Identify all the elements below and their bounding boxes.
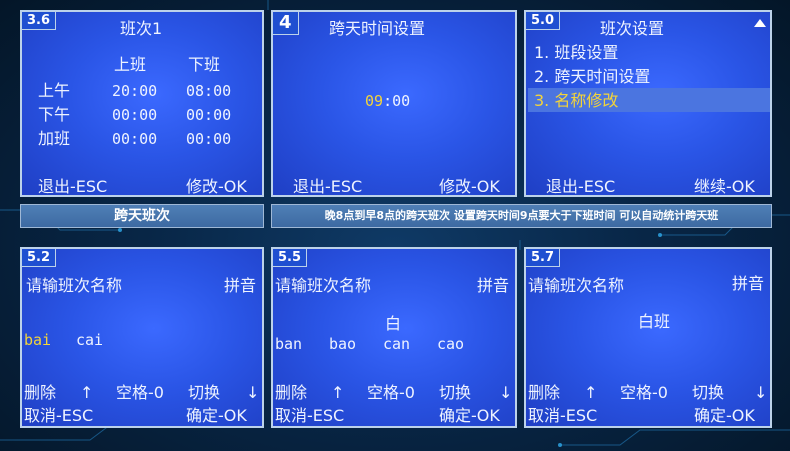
cancel-softkey[interactable]: 取消-ESC xyxy=(24,407,93,425)
switch-softkey[interactable]: 切换 xyxy=(439,384,471,402)
input-mode[interactable]: 拼音 xyxy=(732,275,764,293)
delete-softkey[interactable]: 删除 xyxy=(528,384,560,402)
delete-softkey[interactable]: 删除 xyxy=(24,384,56,402)
time-minutes: :00 xyxy=(383,92,411,110)
confirm-softkey[interactable]: 确定-OK xyxy=(439,407,500,425)
overtime-on-time: 00:00 xyxy=(112,130,158,148)
screen-title: 班次设置 xyxy=(600,19,665,38)
pinyin-candidate[interactable]: can xyxy=(383,335,410,353)
up-arrow-icon[interactable]: ↑ xyxy=(331,384,344,402)
screen-title: 跨天时间设置 xyxy=(329,19,426,38)
row-label-overtime: 加班 xyxy=(38,129,71,148)
screen-cross-day-time: 4 跨天时间设置 09:00 退出-ESC 修改-OK xyxy=(271,10,517,197)
down-arrow-icon[interactable]: ↓ xyxy=(246,384,259,402)
confirm-softkey[interactable]: 确定-OK xyxy=(186,407,247,425)
screen-name-input-1: 5.2 请输班次名称 拼音 bai cai 删除 ↑ 空格-0 切换 ↓ 取消-… xyxy=(20,247,264,428)
screen-tag: 5.7 xyxy=(526,249,561,267)
scroll-up-icon[interactable] xyxy=(754,19,766,27)
column-header-on: 上班 xyxy=(114,55,147,74)
continue-softkey[interactable]: 继续-OK xyxy=(694,178,755,196)
delete-softkey[interactable]: 删除 xyxy=(275,384,307,402)
down-arrow-icon[interactable]: ↓ xyxy=(499,384,512,402)
banner-instructions: 晚8点到早8点的跨天班次 设置跨天时间9点要大于下班时间 可以自动统计跨天班 xyxy=(271,204,772,228)
screen-tag: 5.5 xyxy=(273,249,308,267)
screen-name-input-2: 5.5 请输班次名称 拼音 白 ban bao can cao 删除 ↑ 空格-… xyxy=(271,247,517,428)
screen-shift-1: 3.6 班次1 上班 下班 上午 20:00 08:00 下午 00:00 00… xyxy=(20,10,264,197)
screen-tag: 5.2 xyxy=(22,249,57,267)
banner-cross-day-shift: 跨天班次 xyxy=(20,204,264,228)
menu-item-cross-day-time[interactable]: 2. 跨天时间设置 xyxy=(534,68,650,86)
morning-off-time: 08:00 xyxy=(186,82,232,100)
exit-softkey[interactable]: 退出-ESC xyxy=(38,178,107,196)
screen-title: 班次1 xyxy=(120,19,163,38)
modify-softkey[interactable]: 修改-OK xyxy=(186,178,247,196)
cancel-softkey[interactable]: 取消-ESC xyxy=(528,407,597,425)
time-field[interactable]: 09:00 xyxy=(365,92,410,110)
confirm-softkey[interactable]: 确定-OK xyxy=(694,407,755,425)
up-arrow-icon[interactable]: ↑ xyxy=(584,384,597,402)
switch-softkey[interactable]: 切换 xyxy=(692,384,724,402)
switch-softkey[interactable]: 切换 xyxy=(188,384,220,402)
pinyin-candidate[interactable]: bai xyxy=(24,331,51,349)
afternoon-on-time: 00:00 xyxy=(112,106,158,124)
menu-item-shift-segment[interactable]: 1. 班段设置 xyxy=(534,44,618,62)
input-text[interactable]: 白 xyxy=(385,315,401,333)
screen-shift-settings: 5.0 班次设置 1. 班段设置 2. 跨天时间设置 3. 名称修改 退出-ES… xyxy=(524,10,772,197)
input-text[interactable]: 白班 xyxy=(638,313,670,331)
input-prompt: 请输班次名称 xyxy=(528,276,625,295)
input-mode[interactable]: 拼音 xyxy=(224,277,256,295)
cancel-softkey[interactable]: 取消-ESC xyxy=(275,407,344,425)
screen-name-input-3: 5.7 请输班次名称 拼音 白班 删除 ↑ 空格-0 切换 ↓ 取消-ESC 确… xyxy=(524,247,772,428)
menu-item-rename[interactable]: 3. 名称修改 xyxy=(534,92,618,110)
afternoon-off-time: 00:00 xyxy=(186,106,232,124)
space-softkey[interactable]: 空格-0 xyxy=(367,384,415,402)
pinyin-candidate[interactable]: cai xyxy=(76,331,103,349)
overtime-off-time: 00:00 xyxy=(186,130,232,148)
space-softkey[interactable]: 空格-0 xyxy=(116,384,164,402)
space-softkey[interactable]: 空格-0 xyxy=(620,384,668,402)
morning-on-time: 20:00 xyxy=(112,82,158,100)
input-mode[interactable]: 拼音 xyxy=(477,277,509,295)
screen-tag: 5.0 xyxy=(526,12,561,30)
pinyin-candidate[interactable]: cao xyxy=(437,335,464,353)
input-prompt: 请输班次名称 xyxy=(26,276,123,295)
exit-softkey[interactable]: 退出-ESC xyxy=(293,178,362,196)
screen-tag: 4 xyxy=(273,12,299,35)
row-label-morning: 上午 xyxy=(38,81,71,100)
up-arrow-icon[interactable]: ↑ xyxy=(80,384,93,402)
row-label-afternoon: 下午 xyxy=(38,105,71,124)
screen-tag: 3.6 xyxy=(22,12,57,30)
column-header-off: 下班 xyxy=(188,55,221,74)
input-prompt: 请输班次名称 xyxy=(275,276,372,295)
down-arrow-icon[interactable]: ↓ xyxy=(754,384,767,402)
modify-softkey[interactable]: 修改-OK xyxy=(439,178,500,196)
pinyin-candidate[interactable]: bao xyxy=(329,335,356,353)
pinyin-candidate[interactable]: ban xyxy=(275,335,302,353)
exit-softkey[interactable]: 退出-ESC xyxy=(546,178,615,196)
time-hour-cursor[interactable]: 09 xyxy=(365,92,383,110)
